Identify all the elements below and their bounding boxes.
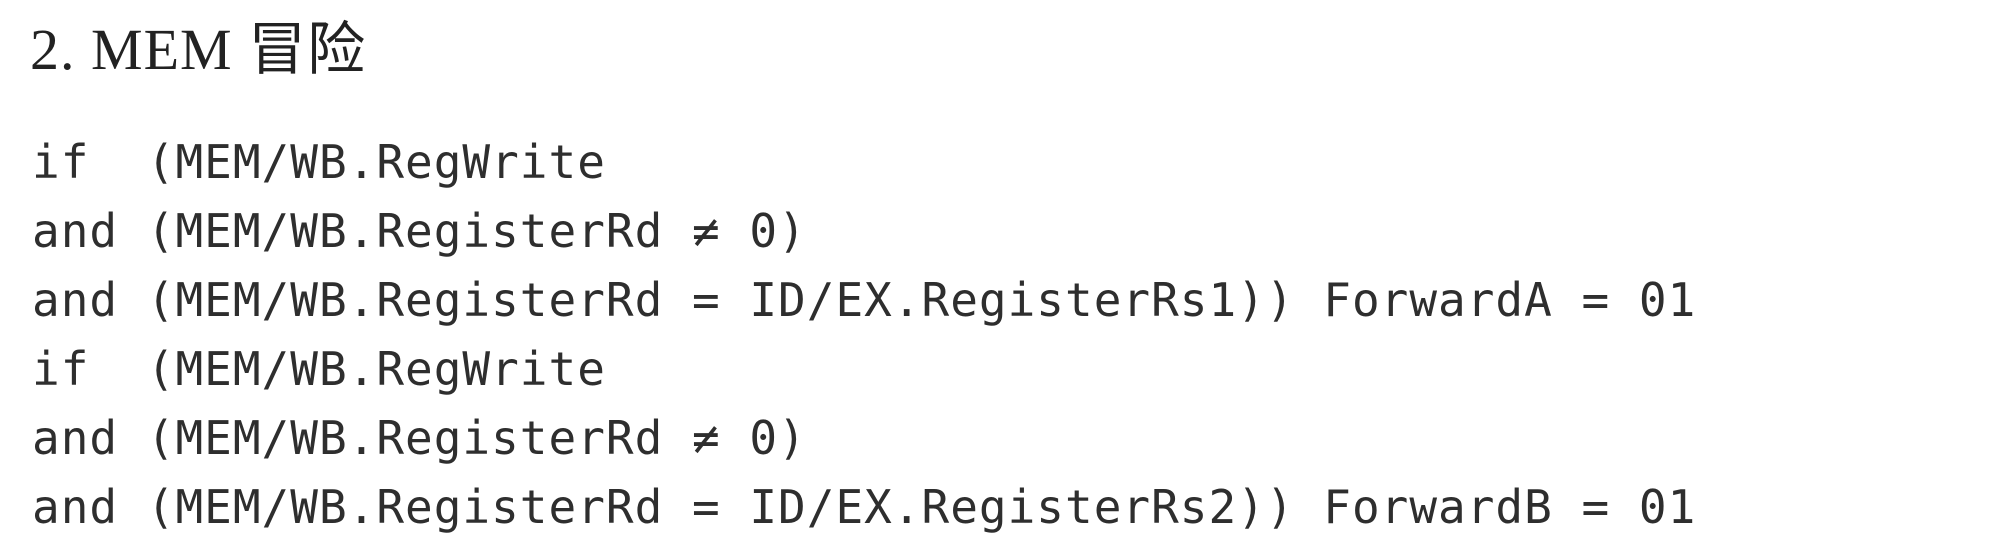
document-page: 2. MEM 冒险 if (MEM/WB.RegWrite and (MEM/W… xyxy=(0,0,2000,556)
section-heading: 2. MEM 冒险 xyxy=(30,17,367,82)
code-line: and (MEM/WB.RegisterRd ≠ 0) xyxy=(32,204,807,258)
code-line: and (MEM/WB.RegisterRd = ID/EX.RegisterR… xyxy=(32,273,1697,327)
code-line: and (MEM/WB.RegisterRd ≠ 0) xyxy=(32,411,807,465)
code-block: if (MEM/WB.RegWrite and (MEM/WB.Register… xyxy=(32,128,1696,542)
code-line: if (MEM/WB.RegWrite xyxy=(32,135,606,189)
code-line: and (MEM/WB.RegisterRd = ID/EX.RegisterR… xyxy=(32,480,1697,534)
code-line: if (MEM/WB.RegWrite xyxy=(32,342,606,396)
